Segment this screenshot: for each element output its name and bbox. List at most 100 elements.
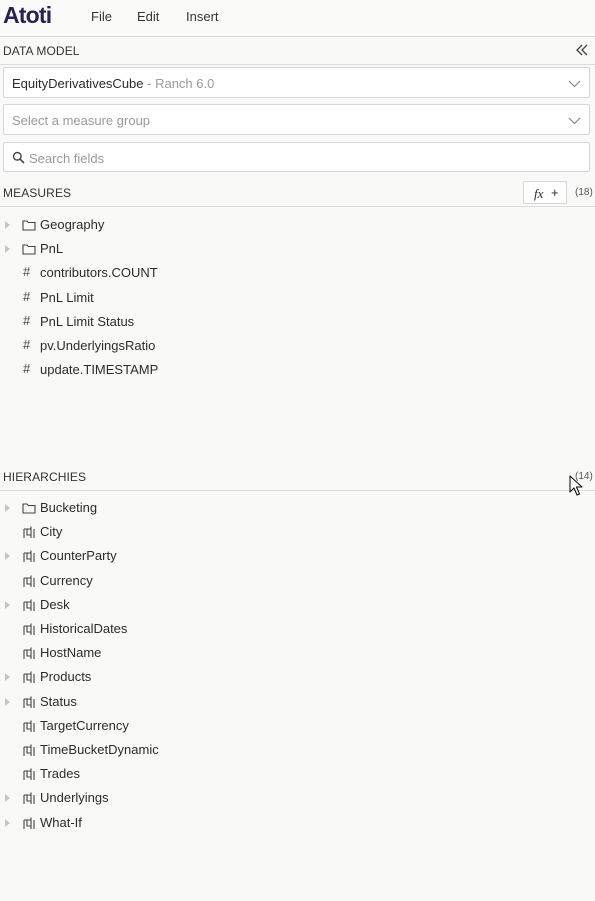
measure-group-placeholder: Select a measure group [12,113,151,128]
chevron-down-icon [568,117,581,125]
expand-caret-icon[interactable] [5,673,10,682]
data-model-header: DATA MODEL [0,37,595,65]
plus-icon: + [551,185,559,200]
cube-name: EquityDerivativesCube [12,76,144,91]
measure-row[interactable]: # PnL Limit Status [0,312,560,334]
hierarchy-icon [23,768,35,781]
hierarchies-header: HIERARCHIES [0,463,595,491]
hierarchy-label: TimeBucketDynamic [40,742,159,757]
hierarchy-icon [23,599,35,611]
hierarchy-label: City [40,524,63,540]
measure-label: contributors.COUNT [40,265,158,281]
hierarchy-icon [23,744,35,756]
hierarchy-icon [23,550,35,563]
hierarchy-row[interactable]: City [0,522,560,544]
hierarchy-icon [23,671,35,684]
hierarchy-row[interactable]: Products [0,667,560,689]
measures-header: MEASURES [0,179,595,207]
hierarchy-label: HistoricalDates [40,621,128,636]
hash-icon: # [23,361,31,377]
measures-count: (18) [575,187,593,198]
expand-caret-icon[interactable] [5,552,10,561]
folder-icon [22,244,36,255]
cube-select-value: EquityDerivativesCube - Ranch 6.0 [12,76,214,91]
measure-label: PnL Limit Status [40,313,135,329]
measure-label: pv.UnderlyingsRatio [40,338,156,353]
expand-caret-icon[interactable] [5,245,10,254]
hierarchy-row[interactable]: Trades [0,764,560,786]
measure-row[interactable]: # PnL Limit [0,288,560,310]
hierarchy-row[interactable]: TimeBucketDynamic [0,740,560,762]
hierarchies-title: HIERARCHIES [3,470,87,484]
menu-file[interactable]: File [91,9,112,24]
mouse-cursor-icon [569,475,583,496]
hash-icon: # [23,264,31,280]
hierarchy-row[interactable]: HistoricalDates [0,619,560,641]
fx-label: fx [534,186,544,201]
hierarchy-row[interactable]: Underlyings [0,788,560,810]
measure-row[interactable]: Geography [0,215,560,237]
hierarchy-label: TargetCurrency [40,717,129,733]
hierarchy-label: What-If [40,814,82,830]
double-chevron-left-icon[interactable] [575,43,589,57]
hierarchy-label: Bucketing [40,500,98,515]
cube-separator: - [143,76,156,91]
hierarchy-row[interactable]: Bucketing [0,498,560,520]
measure-row[interactable]: # contributors.COUNT [0,263,560,285]
menu-edit[interactable]: Edit [137,9,159,24]
hierarchy-row[interactable]: CounterParty [0,546,560,568]
hierarchy-icon [23,817,35,829]
add-calculated-measure-button[interactable]: fx + [523,181,567,204]
atoti-logo: Atoti [3,2,52,28]
data-model-title: DATA MODEL [3,44,80,58]
hierarchy-icon [23,575,35,587]
hash-icon: # [23,337,31,352]
cube-select[interactable]: EquityDerivativesCube - Ranch 6.0 [3,67,590,98]
hierarchy-row[interactable]: Currency [0,571,560,593]
hierarchy-label: Underlyings [40,790,109,806]
hierarchy-row[interactable]: What-If [0,813,560,835]
measure-label: PnL Limit [40,289,94,305]
hierarchy-icon [23,720,35,732]
folder-icon [22,503,36,514]
hierarchy-label: Desk [40,596,70,612]
hierarchy-row[interactable]: Status [0,692,560,714]
hierarchy-row[interactable]: TargetCurrency [0,716,560,738]
hierarchy-label: CounterParty [40,548,117,564]
measure-row[interactable]: PnL [0,239,560,261]
search-icon [12,151,25,164]
search-fields-box[interactable] [3,142,590,172]
measures-title: MEASURES [3,186,72,200]
search-fields-input[interactable] [29,148,569,168]
hierarchy-label: Trades [40,766,80,782]
folder-icon [22,220,36,231]
server-name: Ranch 6.0 [155,76,215,91]
hierarchy-label: HostName [40,645,102,661]
hierarchy-icon [23,526,35,539]
measure-label: Geography [40,217,105,232]
expand-caret-icon[interactable] [5,600,10,609]
hierarchy-label: Status [40,693,77,709]
chevron-down-icon [568,80,581,88]
measure-group-select[interactable]: Select a measure group [3,104,590,135]
expand-caret-icon[interactable] [5,221,10,229]
measure-label: update.TIMESTAMP [40,362,159,378]
top-bar: Atoti File Edit Insert [0,0,595,37]
hierarchy-row[interactable]: HostName [0,643,560,665]
hierarchy-row[interactable]: Desk [0,595,560,617]
hierarchy-icon [23,792,35,805]
expand-caret-icon[interactable] [5,818,10,827]
hierarchy-label: Currency [40,572,93,588]
hierarchy-icon [23,647,35,660]
expand-caret-icon[interactable] [5,794,10,803]
hierarchy-icon [23,623,35,635]
expand-caret-icon[interactable] [5,697,10,706]
menu-insert[interactable]: Insert [186,9,219,24]
measure-label: PnL [40,241,64,257]
expand-caret-icon[interactable] [5,504,10,512]
hash-icon: # [23,312,31,328]
hash-icon: # [23,288,31,304]
hierarchy-label: Products [40,669,92,685]
measure-row[interactable]: # pv.UnderlyingsRatio [0,336,560,358]
measure-row[interactable]: # update.TIMESTAMP [0,360,560,382]
